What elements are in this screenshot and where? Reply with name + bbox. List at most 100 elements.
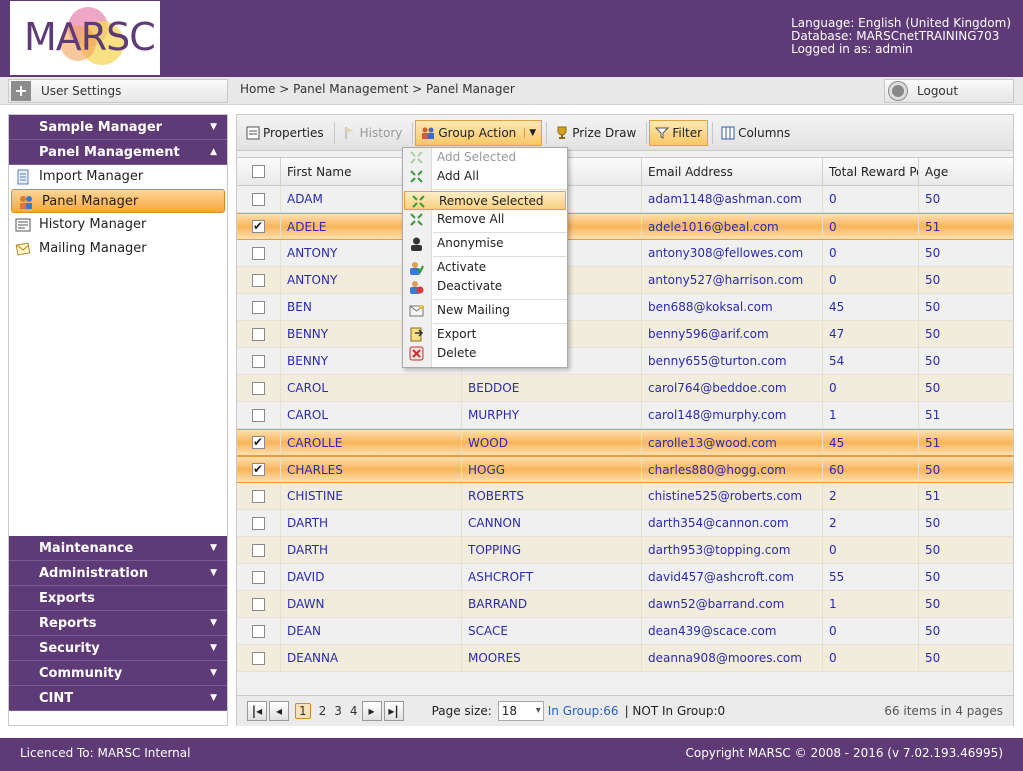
row-checkbox[interactable] (252, 516, 265, 530)
row-checkbox[interactable] (252, 408, 265, 422)
prev-page-button[interactable]: ◂ (269, 701, 289, 721)
page-3-link[interactable]: 3 (334, 704, 342, 718)
table-row[interactable]: CHARLESHOGGcharles880@hogg.com60 50 (237, 456, 1013, 483)
first-page-button[interactable]: |◂ (247, 701, 267, 721)
first-name-cell: DARTH (281, 510, 462, 536)
table-row[interactable]: ADELEadele1016@beal.com051 (237, 213, 1013, 240)
user-settings-label: User Settings (41, 84, 122, 98)
table-row[interactable]: ADAM adam1148@ashman.com 0 50 (237, 186, 1013, 213)
logout-button[interactable]: Logout (884, 79, 1014, 103)
select-all-checkbox[interactable] (252, 165, 265, 178)
sidebar-section-exports[interactable]: Exports (9, 586, 227, 611)
properties-icon (246, 126, 260, 139)
sidebar-section-reports[interactable]: Reports ▼ (9, 611, 227, 636)
history-button[interactable]: History (337, 120, 409, 146)
menu-item-add-all[interactable]: Add All (403, 167, 567, 186)
email-cell: chistine525@roberts.com (642, 483, 823, 509)
row-checkbox[interactable] (252, 217, 265, 235)
column-header-age[interactable]: Age (919, 158, 1013, 185)
row-checkbox[interactable] (252, 246, 265, 260)
table-row[interactable]: DARTH CANNON darth354@cannon.com 2 50 (237, 510, 1013, 537)
table-row[interactable]: DAWN BARRAND dawn52@barrand.com 1 50 (237, 591, 1013, 618)
in-group-count[interactable]: In Group:66 (548, 704, 619, 718)
menu-item-remove-all[interactable]: Remove All (403, 210, 567, 229)
column-header-email[interactable]: Email Address (642, 158, 823, 185)
table-row[interactable]: DAVID ASHCROFT david457@ashcroft.com 55 50 (237, 564, 1013, 591)
table-row[interactable]: ANTONY antony527@harrison.com 0 50 (237, 267, 1013, 294)
properties-button[interactable]: Properties (240, 120, 330, 146)
user-settings-button[interactable]: + User Settings (8, 79, 228, 103)
columns-button[interactable]: Columns (715, 120, 796, 146)
age-cell: 50 (925, 597, 941, 611)
row-checkbox[interactable] (252, 273, 265, 287)
prize-draw-button[interactable]: Prize Draw (549, 120, 642, 146)
column-header-total-reward[interactable]: Total Reward Po (823, 158, 919, 185)
last-page-button[interactable]: ▸| (383, 701, 404, 721)
row-checkbox[interactable] (252, 489, 265, 503)
sidebar-section-cint[interactable]: CINT ▼ (9, 686, 227, 711)
filter-button[interactable]: Filter (649, 119, 709, 146)
email-cell: adam1148@ashman.com (642, 186, 823, 212)
sidebar-section-community[interactable]: Community ▼ (9, 661, 227, 686)
menu-item-activate[interactable]: Activate (403, 258, 567, 277)
sidebar-item-import-manager[interactable]: Import Manager (9, 165, 227, 189)
age-cell: 50 (925, 327, 941, 341)
sidebar-item-panel-manager[interactable]: Panel Manager (11, 189, 225, 213)
page-size-select[interactable]: 18 (497, 701, 544, 721)
reward-cell: 0 (823, 186, 919, 212)
menu-item-anonymise[interactable]: Anonymise (403, 234, 567, 253)
row-checkbox[interactable] (252, 651, 265, 665)
menu-item-remove-selected[interactable]: Remove Selected (404, 191, 566, 210)
menu-item-delete[interactable]: Delete (403, 344, 567, 363)
sidebar-section-security[interactable]: Security ▼ (9, 636, 227, 661)
chevron-down-icon[interactable]: ▼ (524, 127, 536, 138)
table-row[interactable]: CHISTINE ROBERTS chistine525@roberts.com 2 5… (237, 483, 1013, 510)
menu-item-add-selected[interactable]: Add Selected (403, 148, 567, 167)
row-checkbox[interactable] (252, 597, 265, 611)
row-checkbox[interactable] (252, 327, 265, 341)
sidebar-section-maintenance[interactable]: Maintenance ▼ (9, 536, 227, 561)
page-4-link[interactable]: 4 (350, 704, 358, 718)
sidebar-section-administration[interactable]: Administration ▼ (9, 561, 227, 586)
row-checkbox[interactable] (252, 300, 265, 314)
row-checkbox[interactable] (252, 192, 265, 206)
group-action-menu: Add Selected Add All Remove Selected Rem… (402, 147, 568, 368)
table-row[interactable]: CAROL BEDDOE carol764@beddoe.com 0 50 (237, 375, 1013, 402)
columns-icon (721, 126, 735, 139)
menu-item-new-mailing[interactable]: New Mailing (403, 301, 567, 320)
table-row[interactable]: BENNY benny655@turton.com 54 50 (237, 348, 1013, 375)
row-checkbox[interactable] (252, 381, 265, 395)
table-row[interactable]: DEANNA MOORES deanna908@moores.com 0 50 (237, 645, 1013, 672)
table-row[interactable]: CAROL MURPHY carol148@murphy.com 1 51 (237, 402, 1013, 429)
sidebar-item-history-manager[interactable]: History Manager (9, 213, 227, 237)
last-name-cell: BEDDOE (462, 375, 642, 401)
table-row[interactable]: DARTH TOPPING darth953@topping.com 0 50 (237, 537, 1013, 564)
row-checkbox[interactable] (252, 460, 265, 478)
menu-item-deactivate[interactable]: Deactivate (403, 277, 567, 296)
row-select-cell (237, 267, 281, 293)
row-checkbox[interactable] (252, 433, 265, 451)
sidebar-section-sample-manager[interactable]: Sample Manager ▼ (9, 115, 227, 140)
page-1-link[interactable]: 1 (295, 703, 311, 719)
table-row[interactable]: CAROLLEWOODcarolle13@wood.com45 51 (237, 429, 1013, 456)
section-label: Administration (39, 566, 149, 581)
table-row[interactable]: ANTONY antony308@fellowes.com 0 50 (237, 240, 1013, 267)
menu-item-export[interactable]: Export (403, 325, 567, 344)
row-checkbox[interactable] (252, 624, 265, 638)
next-page-button[interactable]: ▸ (361, 701, 382, 721)
sidebar-section-panel-management[interactable]: Panel Management ▲ (9, 140, 227, 165)
last-name-cell: CANNON (462, 510, 642, 536)
group-action-button[interactable]: Group Action ▼ (415, 119, 543, 146)
email-cell: darth953@topping.com (642, 537, 823, 563)
row-checkbox[interactable] (252, 354, 265, 368)
table-row[interactable]: BEN ben688@koksal.com 45 50 (237, 294, 1013, 321)
table-row[interactable]: BENNY benny596@arif.com 47 50 (237, 321, 1013, 348)
row-checkbox[interactable] (252, 570, 265, 584)
page-2-link[interactable]: 2 (319, 704, 327, 718)
first-name-cell: CHARLES (281, 457, 462, 482)
first-name-cell: DAVID (281, 564, 462, 590)
sidebar-item-mailing-manager[interactable]: Mailing Manager (9, 237, 227, 261)
row-checkbox[interactable] (252, 543, 265, 557)
first-name-cell: DEANNA (281, 645, 462, 671)
table-row[interactable]: DEAN SCACE dean439@scace.com 0 50 (237, 618, 1013, 645)
